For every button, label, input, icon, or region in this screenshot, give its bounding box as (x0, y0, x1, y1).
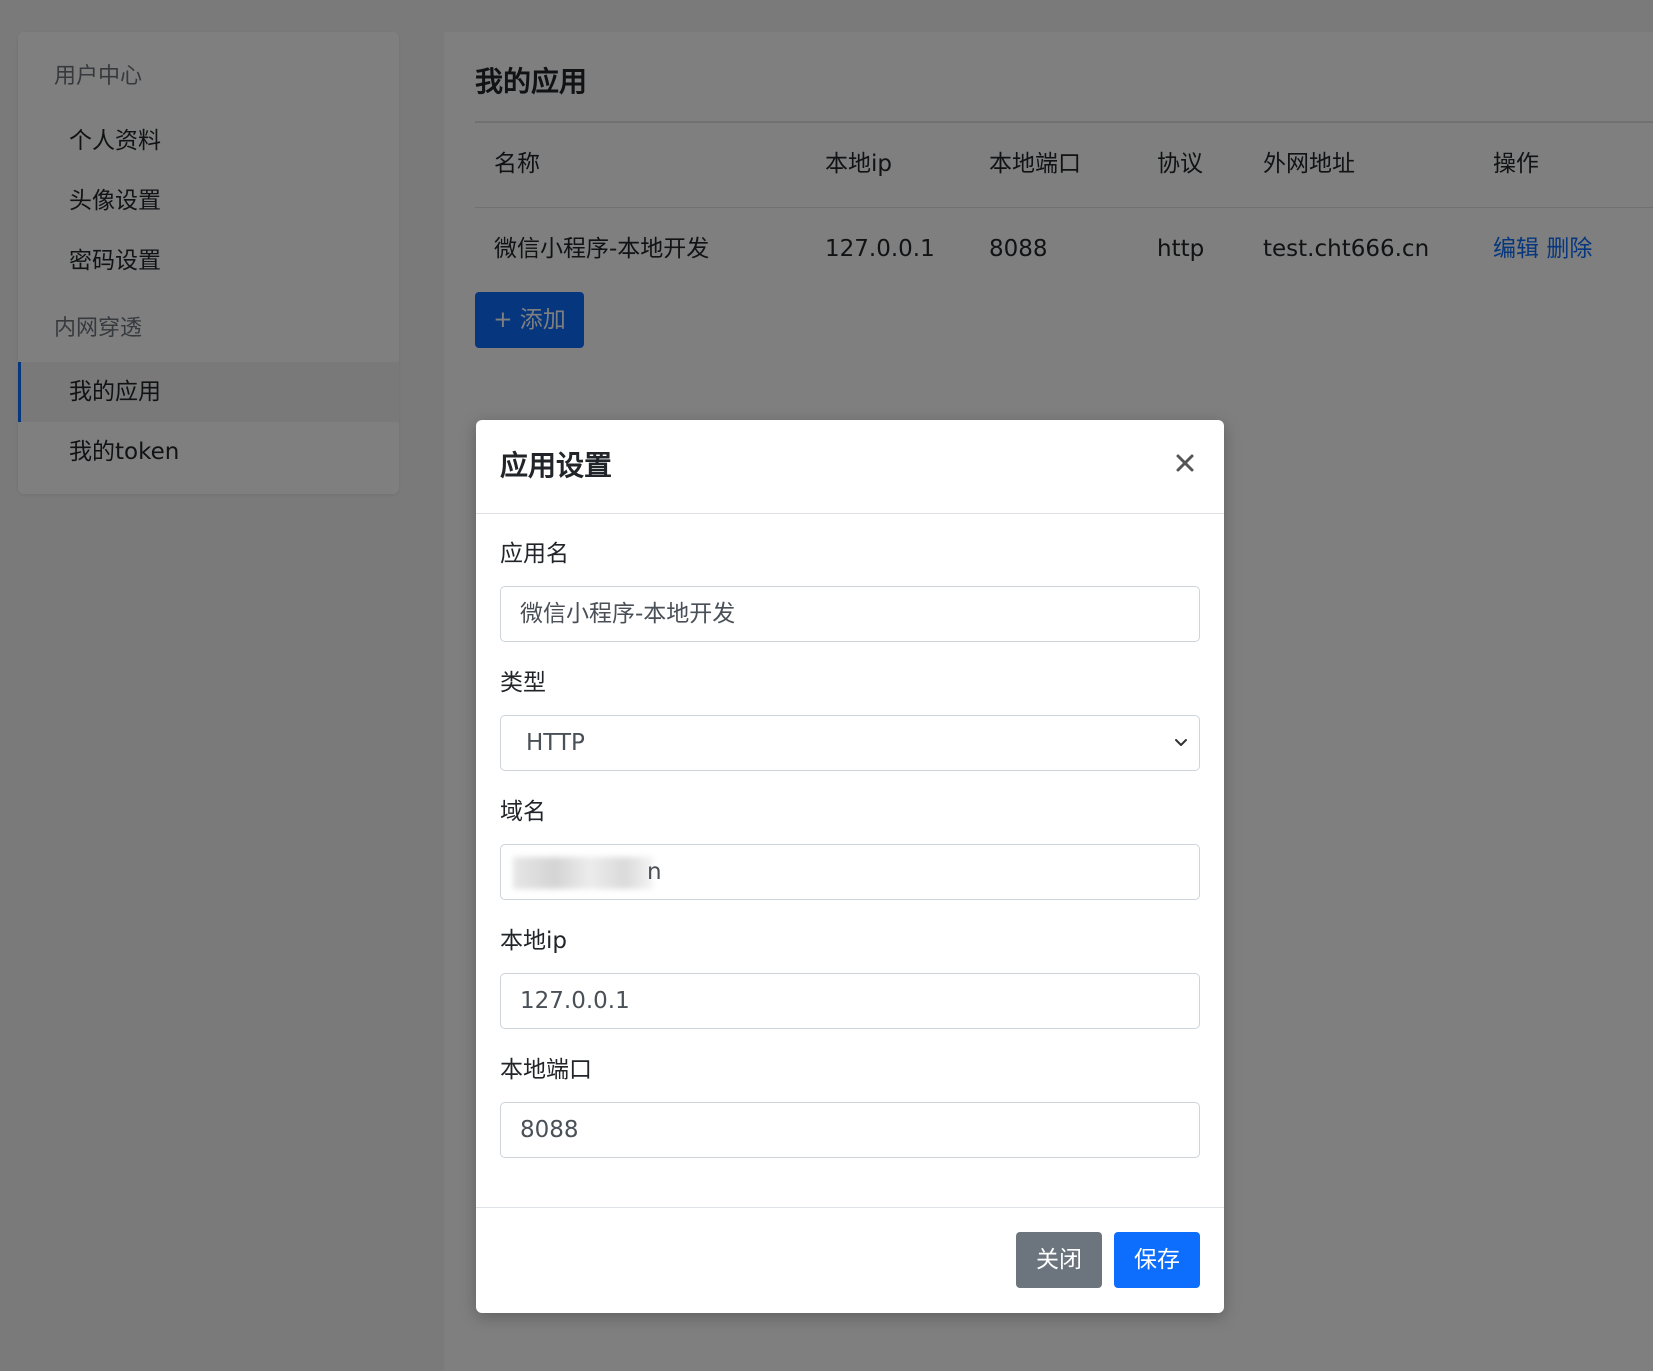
domain-input[interactable]: n (500, 844, 1200, 900)
redacted-blur (513, 857, 653, 889)
app-name-value: 微信小程序-本地开发 (520, 601, 736, 627)
save-button[interactable]: 保存 (1114, 1232, 1200, 1288)
chevron-down-icon (1175, 739, 1187, 746)
local-ip-label: 本地ip (500, 928, 567, 954)
app-name-input[interactable]: 微信小程序-本地开发 (500, 586, 1200, 642)
domain-label: 域名 (500, 799, 546, 825)
local-ip-input[interactable]: 127.0.0.1 (500, 973, 1200, 1029)
local-port-input[interactable]: 8088 (500, 1102, 1200, 1158)
close-icon[interactable] (1170, 448, 1200, 478)
local-port-value: 8088 (520, 1117, 579, 1143)
modal-footer: 关闭 保存 (476, 1207, 1224, 1314)
type-selected-value: HTTP (526, 730, 585, 756)
domain-visible-suffix: n (647, 859, 662, 885)
modal-header: 应用设置 (476, 420, 1224, 514)
type-select[interactable]: HTTP (500, 715, 1200, 771)
local-port-label: 本地端口 (500, 1057, 592, 1083)
app-name-label: 应用名 (500, 541, 569, 567)
local-ip-value: 127.0.0.1 (520, 988, 630, 1014)
close-button[interactable]: 关闭 (1016, 1232, 1102, 1288)
app-settings-modal: 应用设置 应用名 微信小程序-本地开发 类型 HTTP 域名 n 本地ip 12… (476, 420, 1224, 1313)
type-label: 类型 (500, 670, 546, 696)
modal-title: 应用设置 (500, 449, 613, 482)
